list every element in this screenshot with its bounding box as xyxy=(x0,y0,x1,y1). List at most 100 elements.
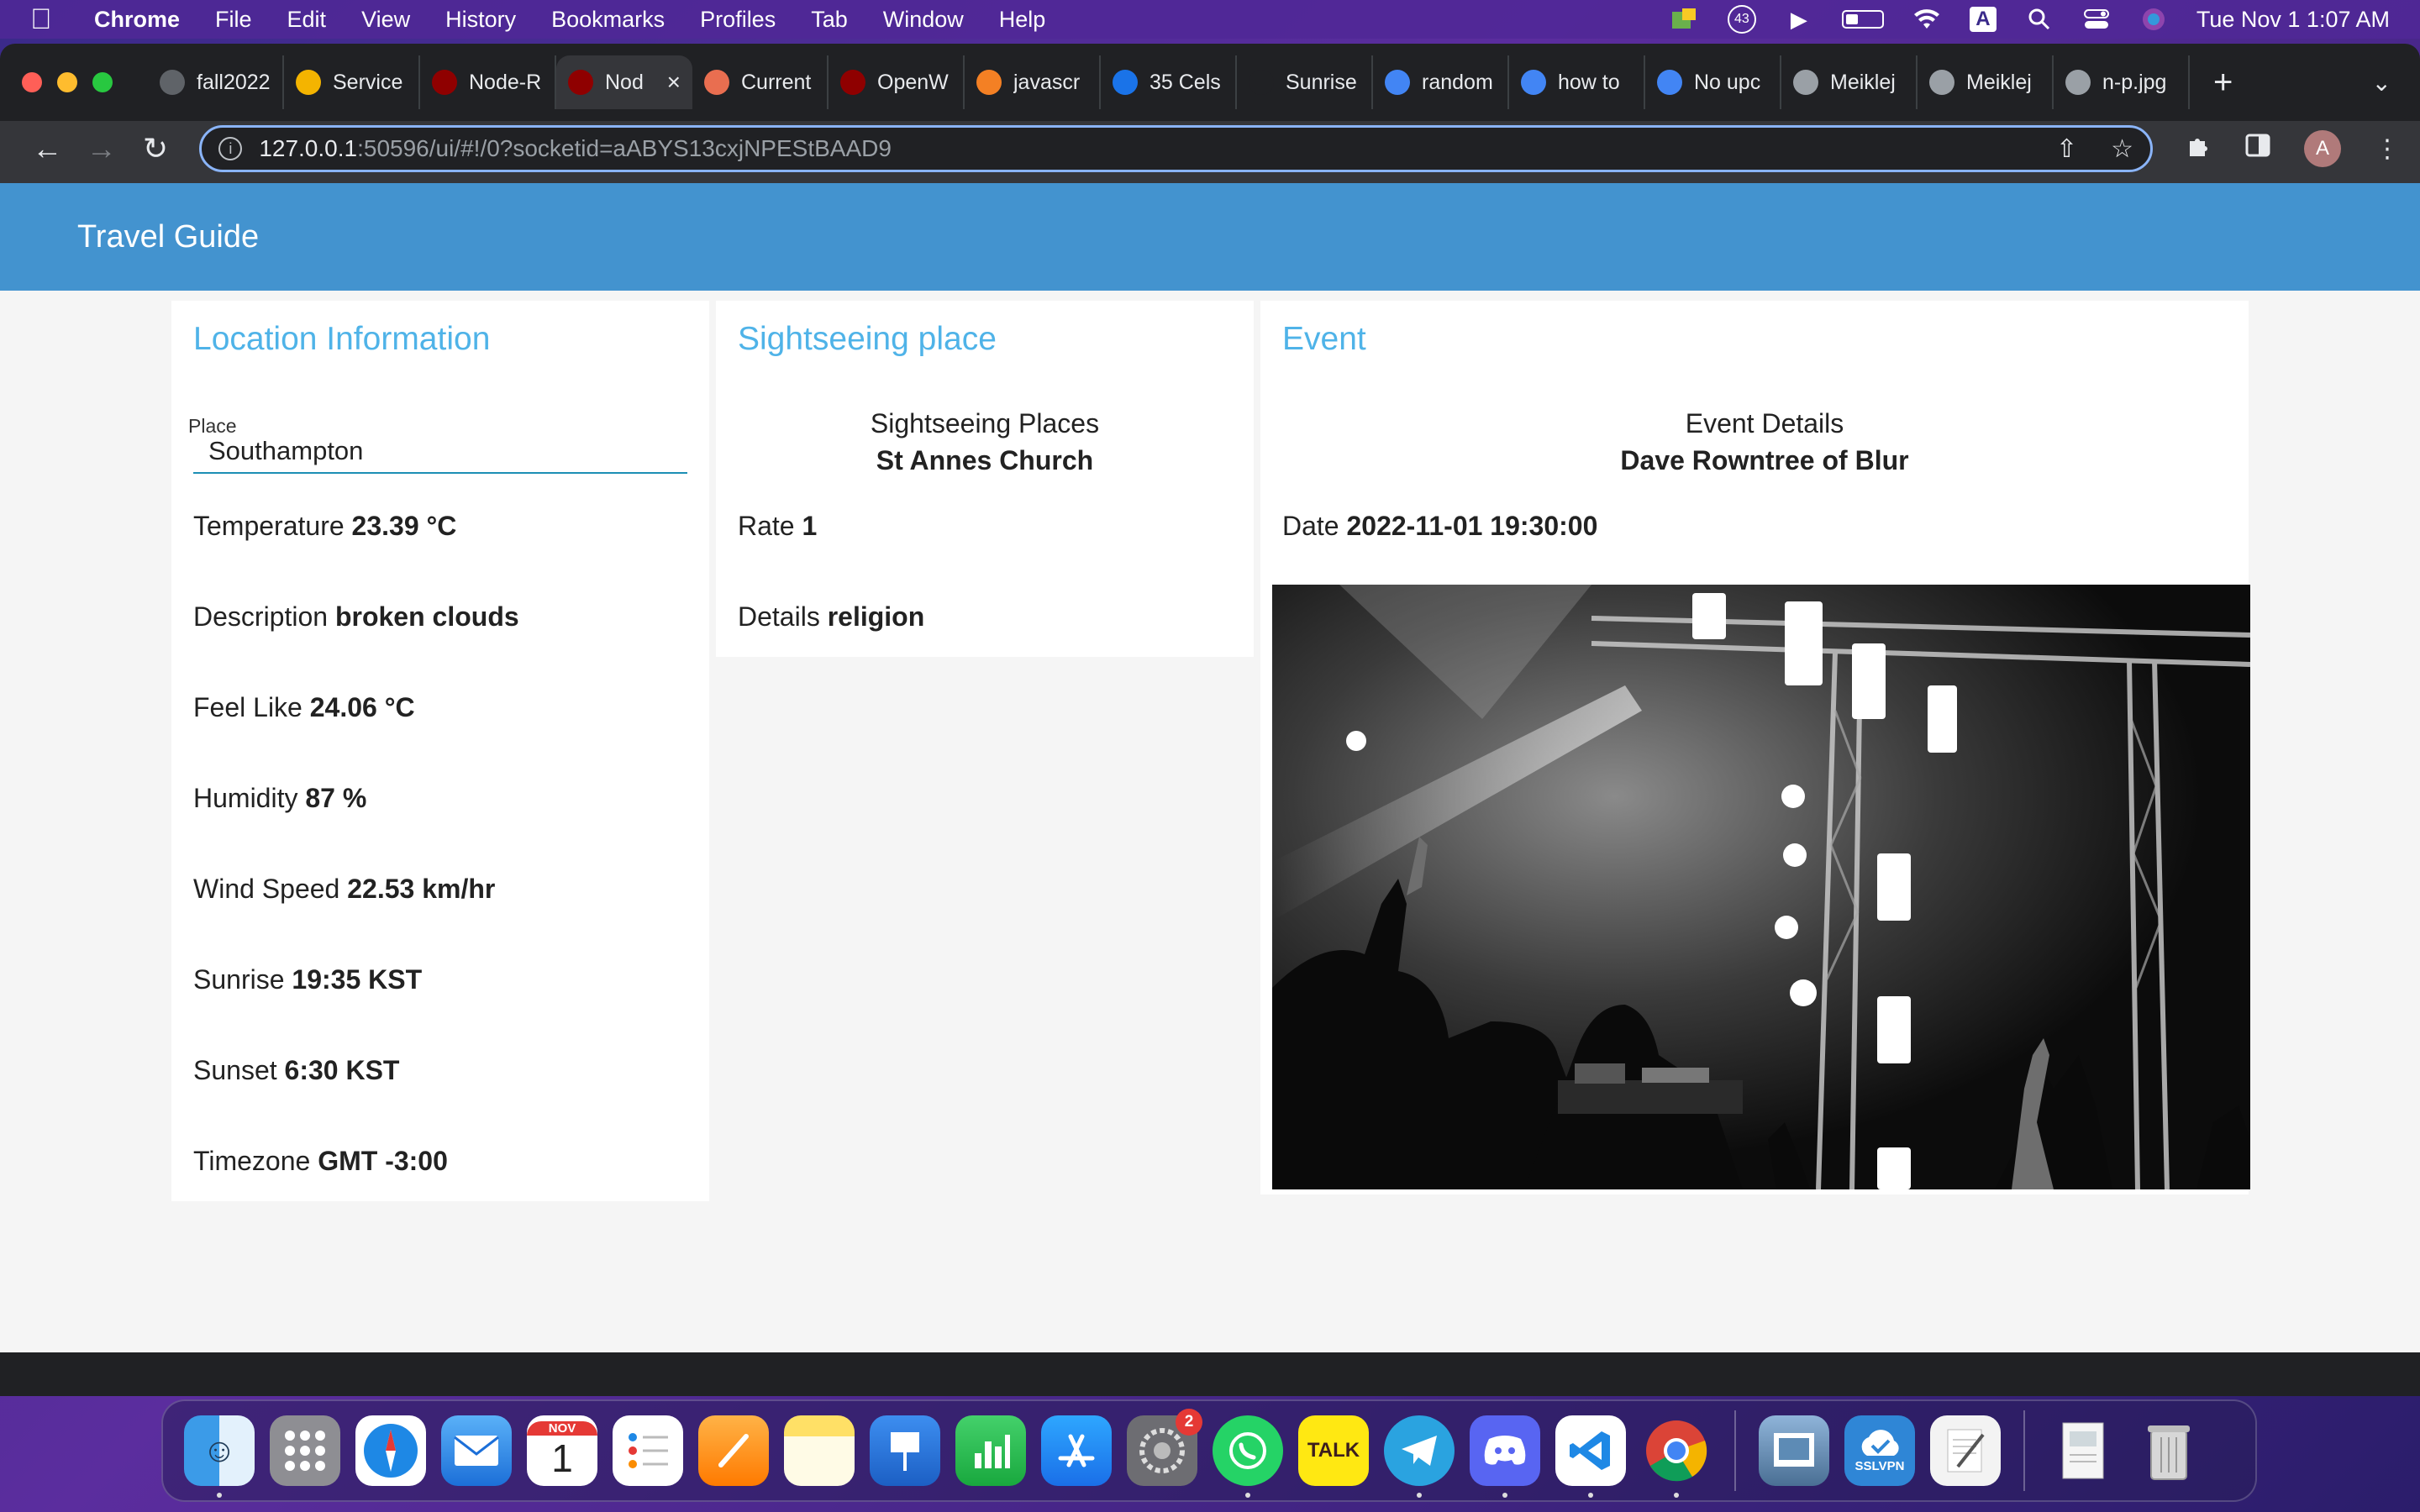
event-name: Dave Rowntree of Blur xyxy=(1620,445,1909,475)
forward-arrow-icon[interactable]: → xyxy=(74,131,128,166)
tab[interactable]: 35 Cels xyxy=(1101,55,1237,109)
tab[interactable]: random xyxy=(1373,55,1509,109)
back-arrow-icon[interactable]: ← xyxy=(20,131,74,166)
tab[interactable]: how to xyxy=(1509,55,1645,109)
whatsapp-icon[interactable] xyxy=(1213,1415,1283,1498)
share-icon[interactable]: ⇧ xyxy=(2056,134,2077,164)
downloads-stack-icon[interactable] xyxy=(2048,1415,2118,1486)
reminders-icon[interactable] xyxy=(613,1415,683,1486)
app-status-icon[interactable] xyxy=(1670,7,1699,32)
extensions-puzzle-icon[interactable] xyxy=(2186,133,2212,165)
close-tab-icon[interactable]: × xyxy=(667,69,681,96)
minimize-window-icon[interactable] xyxy=(57,72,77,92)
finder-icon[interactable]: ☺ xyxy=(184,1415,255,1498)
api-icon xyxy=(1249,70,1274,95)
tab[interactable]: Meiklej xyxy=(1918,55,2054,109)
tab-title: random xyxy=(1422,70,1493,94)
battery-icon[interactable] xyxy=(1841,10,1884,29)
close-window-icon[interactable] xyxy=(22,72,42,92)
pages-icon[interactable] xyxy=(698,1415,769,1486)
side-panel-icon[interactable] xyxy=(2245,134,2270,164)
tab-title: n-p.jpg xyxy=(2102,70,2167,94)
tab[interactable]: Node-R xyxy=(420,55,556,109)
location-card: Location Information Place Temperature 2… xyxy=(171,301,709,1201)
tab-title: Current xyxy=(741,70,812,94)
menu-profiles[interactable]: Profiles xyxy=(700,7,776,33)
sslvpn-label: SSLVPN xyxy=(1854,1458,1905,1473)
menu-view[interactable]: View xyxy=(361,7,410,33)
new-tab-icon[interactable]: + xyxy=(2213,64,2233,102)
location-info-value: 22.53 km/hr xyxy=(347,874,496,904)
location-info-row: Wind Speed 22.53 km/hr xyxy=(193,874,495,905)
tab-active[interactable]: Nod × xyxy=(556,55,692,109)
tab[interactable]: n-p.jpg xyxy=(2054,55,2190,109)
reload-icon[interactable]: ↻ xyxy=(129,131,182,166)
macos-dock: ☺ NOV 1 2 TALK SSLVPN xyxy=(161,1399,2257,1502)
keynote-icon[interactable] xyxy=(870,1415,940,1486)
apple-menu-icon[interactable]:  xyxy=(30,3,71,36)
system-preferences-icon[interactable]: 2 xyxy=(1127,1409,1202,1486)
event-date-row: Date 2022-11-01 19:30:00 xyxy=(1282,511,1597,542)
vscode-icon[interactable] xyxy=(1555,1415,1626,1498)
site-info-icon[interactable]: i xyxy=(218,137,243,160)
running-indicator xyxy=(1588,1493,1593,1498)
tab[interactable]: OpenW xyxy=(829,55,965,109)
numbers-icon[interactable] xyxy=(955,1415,1026,1486)
tab-search-chevron-icon[interactable]: ⌄ xyxy=(2372,69,2391,97)
textedit-icon[interactable] xyxy=(1930,1415,2001,1486)
spotlight-search-icon[interactable] xyxy=(2025,7,2054,32)
wifi-icon[interactable] xyxy=(1912,7,1941,32)
control-center-icon[interactable] xyxy=(2082,7,2111,32)
tab[interactable]: Current xyxy=(692,55,829,109)
menu-app-name[interactable]: Chrome xyxy=(94,7,180,33)
tab[interactable]: Meiklej xyxy=(1781,55,1918,109)
preview-icon[interactable] xyxy=(1759,1415,1829,1486)
bookmark-star-icon[interactable]: ☆ xyxy=(2111,134,2133,164)
play-icon[interactable]: ▶ xyxy=(1785,7,1813,32)
stackoverflow-icon xyxy=(976,70,1002,95)
app-store-icon[interactable] xyxy=(1041,1415,1112,1486)
siri-icon[interactable] xyxy=(2139,7,2168,32)
fullscreen-window-icon[interactable] xyxy=(92,72,113,92)
chrome-menu-icon[interactable]: ⋮ xyxy=(2375,134,2400,164)
notification-count-icon[interactable]: 43 xyxy=(1727,5,1756,34)
menu-help[interactable]: Help xyxy=(999,7,1046,33)
location-info-label: Sunset xyxy=(193,1055,277,1085)
sightseeing-heading: Sightseeing Places xyxy=(870,408,1100,438)
profile-avatar[interactable]: A xyxy=(2304,130,2341,167)
launchpad-icon[interactable] xyxy=(270,1415,340,1486)
safari-icon[interactable] xyxy=(355,1415,426,1486)
address-bar[interactable]: i 127.0.0.1 :50596/ui/#!/0?socketid=aABY… xyxy=(199,125,2153,172)
content-area: Location Information Place Temperature 2… xyxy=(0,291,2420,1352)
menubar-clock[interactable]: Tue Nov 1 1:07 AM xyxy=(2196,7,2390,33)
kakaotalk-icon[interactable]: TALK xyxy=(1298,1415,1369,1486)
tab[interactable]: No upc xyxy=(1645,55,1781,109)
dock-separator xyxy=(2023,1410,2025,1491)
menu-history[interactable]: History xyxy=(445,7,516,33)
mail-icon[interactable] xyxy=(441,1415,512,1486)
tab[interactable]: Sunrise xyxy=(1237,55,1373,109)
tab[interactable]: fall2022 xyxy=(148,55,284,109)
menu-bookmarks[interactable]: Bookmarks xyxy=(551,7,665,33)
sslvpn-icon[interactable]: SSLVPN xyxy=(1844,1415,1915,1486)
menu-file[interactable]: File xyxy=(215,7,252,33)
trash-icon[interactable] xyxy=(2133,1415,2204,1486)
tab[interactable]: javascr xyxy=(965,55,1101,109)
place-input[interactable] xyxy=(193,430,687,474)
address-path: :50596/ui/#!/0?socketid=aABYS13cxjNPEStB… xyxy=(357,135,892,161)
calendar-icon[interactable]: NOV 1 xyxy=(527,1415,597,1486)
notes-icon[interactable] xyxy=(784,1415,855,1486)
menu-edit[interactable]: Edit xyxy=(287,7,327,33)
discord-icon[interactable] xyxy=(1470,1415,1540,1498)
input-source-icon[interactable]: A xyxy=(1969,7,1996,32)
telegram-icon[interactable] xyxy=(1384,1415,1455,1498)
menu-tab[interactable]: Tab xyxy=(811,7,848,33)
calendar-day: 1 xyxy=(551,1436,573,1480)
tab-title: No upc xyxy=(1694,70,1761,94)
location-info-row: Description broken clouds xyxy=(193,601,519,633)
menu-window[interactable]: Window xyxy=(883,7,964,33)
chrome-icon[interactable] xyxy=(1641,1415,1712,1498)
tab[interactable]: Service xyxy=(284,55,420,109)
event-heading: Event Details xyxy=(1685,408,1844,438)
tab-title: Node-R xyxy=(469,70,542,94)
